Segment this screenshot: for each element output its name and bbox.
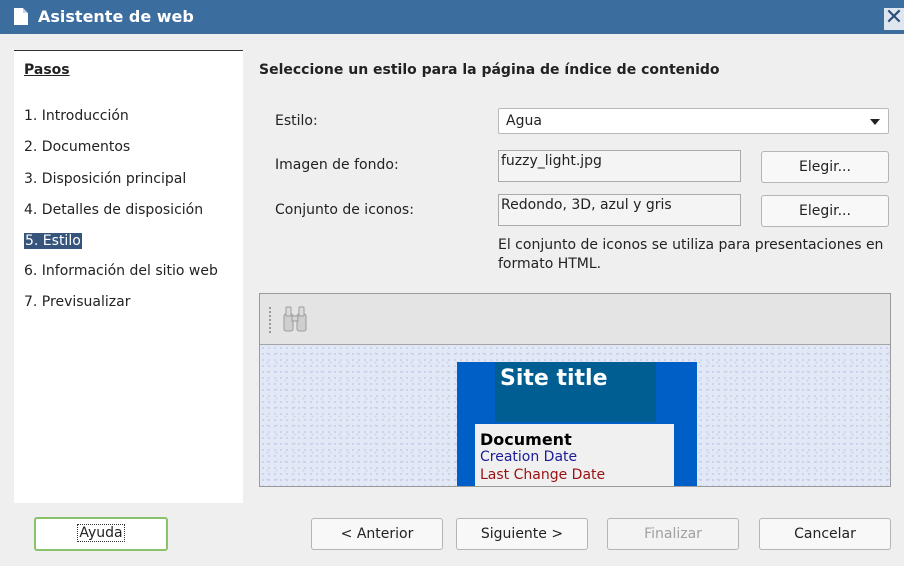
finish-button[interactable]: Finalizar bbox=[607, 518, 739, 550]
step-layout-details[interactable]: 4. Detalles de disposición bbox=[24, 202, 203, 218]
preview-background: Site title Document Creation Date Last C… bbox=[260, 345, 890, 486]
icon-set-info: El conjunto de iconos se utiliza para pr… bbox=[498, 237, 884, 272]
icon-set-field: Redondo, 3D, azul y gris bbox=[498, 194, 741, 226]
background-label: Imagen de fondo: bbox=[275, 157, 399, 173]
back-button[interactable]: < Anterior bbox=[311, 518, 443, 550]
icon-set-label: Conjunto de iconos: bbox=[275, 202, 414, 218]
steps-heading: Pasos bbox=[24, 62, 70, 78]
toolbar-grip[interactable] bbox=[269, 307, 271, 333]
background-image-field: fuzzy_light.jpg bbox=[498, 150, 741, 182]
preview-site: Site title Document Creation Date Last C… bbox=[457, 362, 697, 486]
preview-last-change-date: Last Change Date bbox=[480, 467, 606, 483]
step-preview[interactable]: 7. Previsualizar bbox=[24, 294, 130, 310]
chevron-down-icon bbox=[870, 119, 880, 125]
preview-site-title: Site title bbox=[500, 366, 608, 391]
style-select[interactable]: Agua bbox=[498, 108, 889, 134]
step-documents[interactable]: 2. Documentos bbox=[24, 139, 130, 155]
help-button[interactable]: Ayuda bbox=[34, 517, 168, 551]
step-main-layout[interactable]: 3. Disposición principal bbox=[24, 171, 186, 187]
binoculars-icon[interactable] bbox=[282, 304, 308, 334]
icon-set-value: Redondo, 3D, azul y gris bbox=[501, 197, 672, 213]
document-icon bbox=[14, 8, 28, 25]
background-image-value: fuzzy_light.jpg bbox=[501, 153, 602, 169]
cancel-button[interactable]: Cancelar bbox=[759, 518, 891, 550]
next-button[interactable]: Siguiente > bbox=[456, 518, 588, 550]
step-site-info[interactable]: 6. Información del sitio web bbox=[24, 263, 218, 279]
page-heading: Seleccione un estilo para la página de í… bbox=[259, 62, 720, 78]
choose-background-button[interactable]: Elegir... bbox=[761, 151, 889, 183]
preview-creation-date: Creation Date bbox=[480, 449, 578, 465]
style-preview: Site title Document Creation Date Last C… bbox=[259, 293, 891, 487]
preview-document-title: Document bbox=[480, 430, 572, 449]
close-button[interactable]: ✕ bbox=[884, 7, 904, 30]
window-titlebar: Asistente de web ✕ bbox=[0, 0, 904, 34]
style-label: Estilo: bbox=[275, 113, 318, 129]
step-introduction[interactable]: 1. Introducción bbox=[24, 108, 129, 124]
step-style[interactable]: 5. Estilo bbox=[24, 233, 82, 249]
style-select-value: Agua bbox=[506, 113, 542, 129]
preview-toolbar bbox=[260, 294, 890, 345]
steps-panel: Pasos 1. Introducción 2. Documentos 3. D… bbox=[14, 50, 243, 503]
preview-file-line: Fi bbox=[480, 485, 491, 486]
choose-icon-set-button[interactable]: Elegir... bbox=[761, 195, 889, 227]
help-button-label: Ayuda bbox=[77, 524, 125, 542]
window-title: Asistente de web bbox=[38, 7, 194, 26]
